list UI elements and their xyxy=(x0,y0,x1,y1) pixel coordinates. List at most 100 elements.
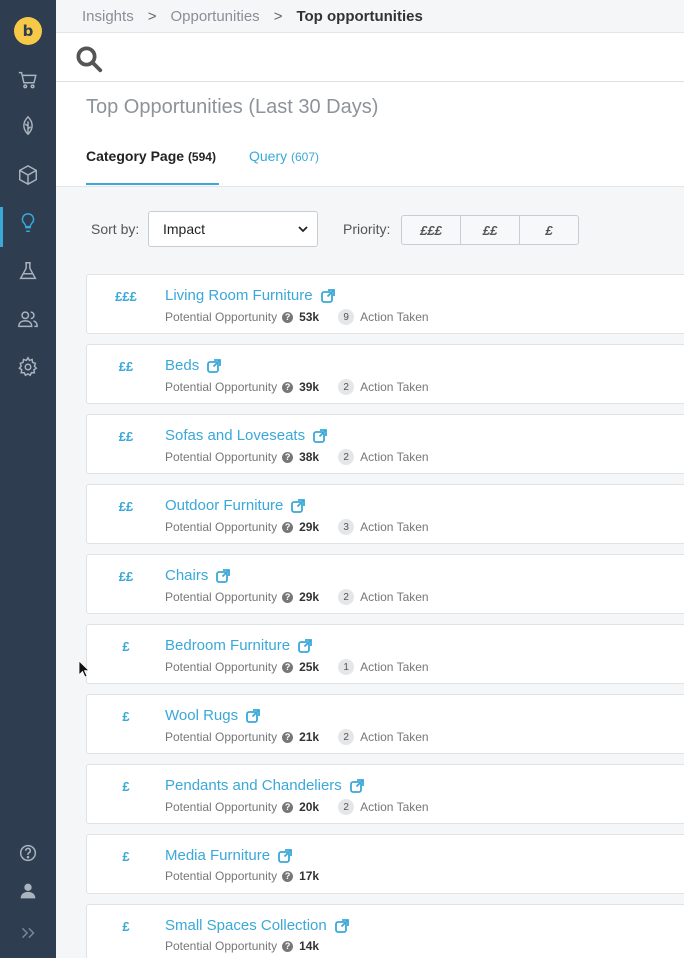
cart-icon[interactable] xyxy=(0,60,56,100)
opportunity-value: 53k xyxy=(299,310,320,324)
priority-low-button[interactable]: £ xyxy=(520,216,578,244)
tab-query[interactable]: Query (607) xyxy=(249,148,319,164)
leaf-icon[interactable] xyxy=(0,106,56,146)
opportunity-card[interactable]: ££ Chairs Potential Opportunity? 29k 2 Action… xyxy=(86,554,684,614)
search-bar[interactable] xyxy=(56,32,684,82)
opportunity-meta: Potential Opportunity? 53k 9 Action Taken xyxy=(165,309,429,325)
potential-opportunity-label: Potential Opportunity xyxy=(165,800,278,814)
opportunity-card[interactable]: ££ Sofas and Loveseats Potential Opportuni… xyxy=(86,414,684,474)
external-link-icon[interactable] xyxy=(320,288,335,303)
opportunity-link[interactable]: Bedroom Furniture xyxy=(165,637,312,654)
opportunity-value: 25k xyxy=(299,660,320,674)
help-icon[interactable]: ? xyxy=(282,940,294,952)
external-link-icon[interactable] xyxy=(349,778,364,793)
help-icon[interactable]: ? xyxy=(282,870,294,882)
external-link-icon[interactable] xyxy=(334,918,349,933)
gear-icon[interactable] xyxy=(0,347,56,387)
external-link-icon[interactable] xyxy=(313,428,328,443)
opportunity-card[interactable]: ££ Outdoor Furniture Potential Opportunity… xyxy=(86,484,684,544)
user-icon[interactable] xyxy=(0,871,56,911)
help-icon[interactable]: ? xyxy=(282,521,294,533)
external-link-icon[interactable] xyxy=(207,358,222,373)
priority-high-button[interactable]: £££ xyxy=(402,216,461,244)
action-count-badge: 2 xyxy=(338,799,355,815)
opportunity-name[interactable]: Living Room Furniture xyxy=(165,287,313,304)
box-icon[interactable] xyxy=(0,155,56,195)
external-link-icon[interactable] xyxy=(278,848,292,863)
tab-label: Category Page xyxy=(86,148,185,164)
opportunity-value: 29k xyxy=(299,520,320,534)
opportunity-meta: Potential Opportunity? 17k xyxy=(165,869,319,883)
opportunity-name[interactable]: Media Furniture xyxy=(165,847,270,864)
help-icon[interactable]: ? xyxy=(282,801,294,813)
logo[interactable]: b xyxy=(14,17,42,45)
help-icon[interactable]: ? xyxy=(282,381,294,393)
opportunity-name[interactable]: Wool Rugs xyxy=(165,707,238,724)
priority-indicator: £ xyxy=(122,709,130,724)
help-icon[interactable]: ? xyxy=(282,591,294,603)
opportunity-card[interactable]: ££ Beds Potential Opportunity? 39k 2 Action T… xyxy=(86,344,684,404)
priority-label: Priority: xyxy=(343,221,391,237)
sort-select[interactable]: Impact xyxy=(148,211,318,247)
external-link-icon[interactable] xyxy=(216,568,231,583)
opportunity-name[interactable]: Bedroom Furniture xyxy=(165,637,290,654)
opportunity-meta: Potential Opportunity? 39k 2 Action Taken xyxy=(165,379,429,395)
chevron-down-icon xyxy=(298,226,308,233)
search-icon[interactable] xyxy=(74,44,104,74)
help-icon[interactable]: ? xyxy=(282,451,294,463)
chevron-right-icon: > xyxy=(147,7,157,25)
opportunity-card[interactable]: £ Bedroom Furniture Potential Opportunity?… xyxy=(86,624,684,684)
action-taken-label: Action Taken xyxy=(360,590,429,604)
action-count-badge: 9 xyxy=(338,309,355,325)
breadcrumb-item-insights[interactable]: Insights xyxy=(82,8,134,25)
lightbulb-icon[interactable] xyxy=(0,203,56,247)
opportunity-link[interactable]: Sofas and Loveseats xyxy=(165,427,328,444)
action-taken-label: Action Taken xyxy=(360,800,429,814)
opportunity-name[interactable]: Chairs xyxy=(165,567,208,584)
opportunity-card[interactable]: £ Pendants and Chandeliers Potential Oppor… xyxy=(86,764,684,824)
opportunity-name[interactable]: Small Spaces Collection xyxy=(165,917,327,934)
opportunity-link[interactable]: Beds xyxy=(165,357,222,374)
opportunity-card[interactable]: £ Wool Rugs Potential Opportunity? 21k 2 Acti… xyxy=(86,694,684,754)
external-link-icon[interactable] xyxy=(246,708,260,723)
external-link-icon[interactable] xyxy=(298,638,312,653)
opportunity-link[interactable]: Media Furniture xyxy=(165,847,292,864)
opportunity-link[interactable]: Outdoor Furniture xyxy=(165,497,306,514)
opportunity-name[interactable]: Outdoor Furniture xyxy=(165,497,283,514)
opportunity-meta: Potential Opportunity? 25k 1 Action Taken xyxy=(165,659,429,675)
help-icon[interactable]: ? xyxy=(282,731,294,743)
opportunity-name[interactable]: Pendants and Chandeliers xyxy=(165,777,342,794)
breadcrumb-item-current: Top opportunities xyxy=(296,7,423,25)
breadcrumb-item-opportunities[interactable]: Opportunities xyxy=(170,8,259,25)
opportunity-value: 14k xyxy=(299,939,320,953)
tab-active-indicator xyxy=(86,183,219,185)
opportunity-card[interactable]: £££ Living Room Furniture Potential Opport… xyxy=(86,274,684,334)
tab-count: (594) xyxy=(187,150,216,164)
action-count-badge: 2 xyxy=(338,589,355,605)
help-icon[interactable]: ? xyxy=(282,311,294,323)
potential-opportunity-label: Potential Opportunity xyxy=(165,939,278,953)
opportunity-card[interactable]: £ Media Furniture Potential Opportunity? 17… xyxy=(86,834,684,894)
opportunity-link[interactable]: Small Spaces Collection xyxy=(165,917,349,934)
priority-medium-button[interactable]: ££ xyxy=(461,216,520,244)
tab-category-page[interactable]: Category Page (594) xyxy=(86,148,219,185)
opportunity-link[interactable]: Wool Rugs xyxy=(165,707,260,724)
help-icon[interactable]: ? xyxy=(282,661,294,673)
opportunity-link[interactable]: Chairs xyxy=(165,567,231,584)
expand-icon[interactable] xyxy=(0,913,56,953)
opportunity-link[interactable]: Pendants and Chandeliers xyxy=(165,777,364,794)
opportunity-name[interactable]: Sofas and Loveseats xyxy=(165,427,305,444)
opportunity-name[interactable]: Beds xyxy=(165,357,199,374)
users-icon[interactable] xyxy=(0,299,56,339)
help-icon[interactable] xyxy=(0,833,56,873)
potential-opportunity-label: Potential Opportunity xyxy=(165,590,278,604)
opportunity-card[interactable]: £ Small Spaces Collection Potential Opport… xyxy=(86,904,684,958)
action-taken-label: Action Taken xyxy=(360,380,429,394)
action-taken-label: Action Taken xyxy=(360,520,429,534)
opportunity-value: 17k xyxy=(299,869,320,883)
opportunity-link[interactable]: Living Room Furniture xyxy=(165,287,335,304)
action-count-badge: 2 xyxy=(338,379,355,395)
external-link-icon[interactable] xyxy=(291,498,306,513)
flask-icon[interactable] xyxy=(0,251,56,291)
potential-opportunity-label: Potential Opportunity xyxy=(165,730,278,744)
